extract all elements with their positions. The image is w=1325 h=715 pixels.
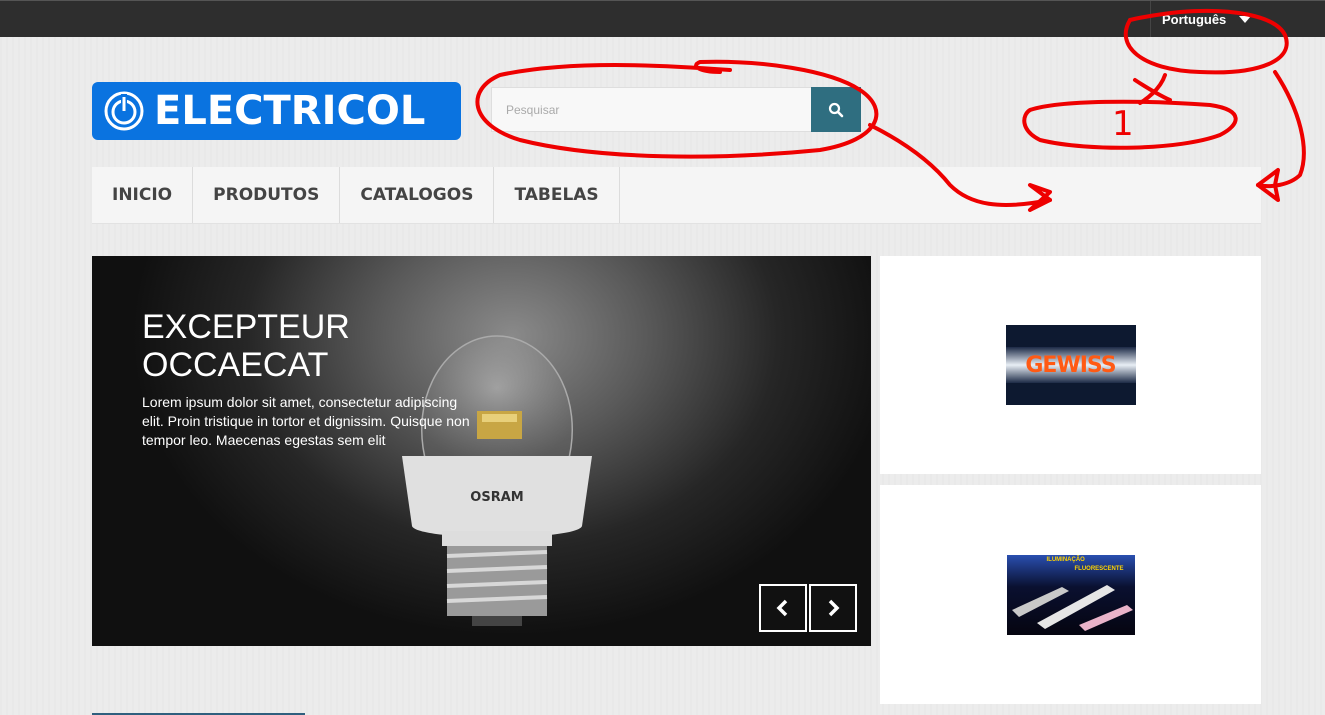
fluorescent-lighting-image: ILUMINAÇÃO FLUORESCENTE xyxy=(1006,554,1135,635)
nav-item-produtos[interactable]: PRODUTOS xyxy=(193,167,341,223)
nav-item-inicio[interactable]: INICIO xyxy=(92,167,194,223)
language-label: Português xyxy=(1162,11,1227,27)
search-form xyxy=(491,87,861,132)
gewiss-logo: GEWISS xyxy=(1005,325,1136,405)
brand-card-gewiss[interactable]: GEWISS xyxy=(880,256,1261,474)
slider-controls xyxy=(759,584,857,632)
logo-text: ELECTRICOL xyxy=(154,88,426,134)
hero-slider: OSRAM EXCEPTEUR OCCAECAT Lorem ipsum dol… xyxy=(92,256,871,646)
nav-item-catalogos[interactable]: CATALOGOS xyxy=(340,167,495,223)
annotation-mark: 1 xyxy=(1112,104,1134,144)
search-input[interactable] xyxy=(491,87,811,132)
top-bar: Português xyxy=(0,0,1325,37)
gewiss-logo-text: GEWISS xyxy=(1025,352,1116,378)
prev-slide-button[interactable] xyxy=(759,584,807,632)
slide-text: Lorem ipsum dolor sit amet, consectetur … xyxy=(142,394,470,448)
main-nav: INICIO PRODUTOS CATALOGOS TABELAS xyxy=(92,167,1261,224)
fluorescent-tubes-graphic xyxy=(1011,584,1133,631)
site-logo[interactable]: ELECTRICOL xyxy=(92,82,461,140)
brand-card-fluorescent[interactable]: ILUMINAÇÃO FLUORESCENTE xyxy=(880,485,1261,704)
bulb-brand-label: OSRAM xyxy=(470,490,523,505)
next-slide-button[interactable] xyxy=(809,584,857,632)
language-selector[interactable]: Português xyxy=(1150,1,1275,37)
caret-down-icon xyxy=(1239,15,1252,23)
power-icon xyxy=(104,91,144,131)
search-button[interactable] xyxy=(811,87,861,132)
chevron-right-icon xyxy=(828,599,840,617)
nav-item-tabelas[interactable]: TABELAS xyxy=(494,167,620,223)
chevron-left-icon xyxy=(776,599,788,617)
search-icon xyxy=(828,102,844,117)
slide-title: EXCEPTEUR OCCAECAT xyxy=(142,308,350,384)
